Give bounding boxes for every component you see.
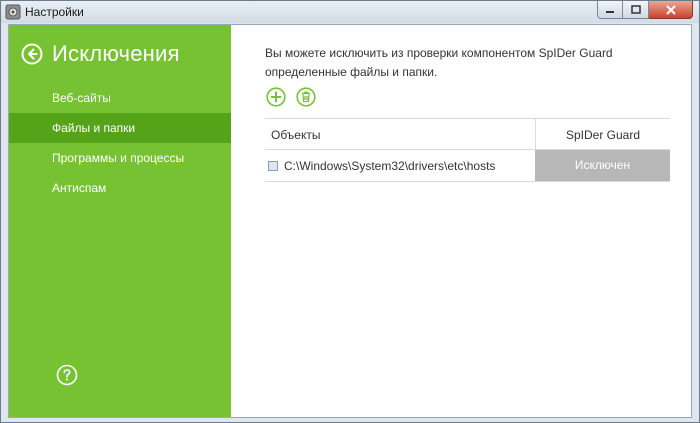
column-header-spider-guard[interactable]: SpIDer Guard <box>536 128 670 142</box>
window-controls <box>597 1 693 20</box>
back-button[interactable] <box>21 43 43 65</box>
main-panel: Вы можете исключить из проверки компонен… <box>231 25 691 417</box>
title-bar[interactable]: Настройки <box>1 1 699 23</box>
spider-guard-status-cell[interactable]: Исключен <box>535 150 670 181</box>
maximize-button[interactable] <box>623 1 649 19</box>
arrow-left-circle-icon <box>28 48 38 60</box>
settings-window: Настройки Исключения Веб-сайты Файлы и п… <box>0 0 700 423</box>
object-path: C:\Windows\System32\drivers\etc\hosts <box>284 159 496 173</box>
client-area: Исключения Веб-сайты Файлы и папки Прогр… <box>8 24 692 418</box>
page-title: Исключения <box>52 41 180 66</box>
add-button[interactable] <box>266 87 286 107</box>
close-button[interactable] <box>649 1 693 19</box>
sidebar-item-files-folders[interactable]: Файлы и папки <box>9 113 231 143</box>
column-header-objects[interactable]: Объекты <box>271 128 321 142</box>
sidebar-item-label: Программы и процессы <box>52 151 185 165</box>
table-row[interactable]: C:\Windows\System32\drivers\etc\hosts Ис… <box>265 150 670 182</box>
help-button[interactable] <box>56 364 78 386</box>
sidebar-item-antispam[interactable]: Антиспам <box>9 173 231 203</box>
exclusions-table: Объекты SpIDer Guard C:\Windows\System32… <box>265 118 670 182</box>
window-title: Настройки <box>25 5 84 19</box>
sidebar-item-programs-processes[interactable]: Программы и процессы <box>9 143 231 173</box>
delete-button[interactable] <box>296 87 316 107</box>
gear-app-icon <box>5 4 21 20</box>
minimize-button[interactable] <box>597 1 623 19</box>
sidebar-item-label: Антиспам <box>52 181 107 195</box>
sidebar-item-label: Файлы и папки <box>52 121 136 135</box>
question-circle-icon <box>63 369 71 381</box>
sidebar: Исключения Веб-сайты Файлы и папки Прогр… <box>9 25 231 417</box>
table-header: Объекты SpIDer Guard <box>265 118 670 150</box>
row-checkbox[interactable] <box>268 161 278 171</box>
maximize-icon <box>630 5 641 14</box>
sidebar-item-websites[interactable]: Веб-сайты <box>9 83 231 113</box>
description-text: Вы можете исключить из проверки компонен… <box>265 46 613 79</box>
close-icon <box>665 4 676 15</box>
sidebar-item-label: Веб-сайты <box>52 91 111 105</box>
minimize-icon <box>606 10 614 13</box>
